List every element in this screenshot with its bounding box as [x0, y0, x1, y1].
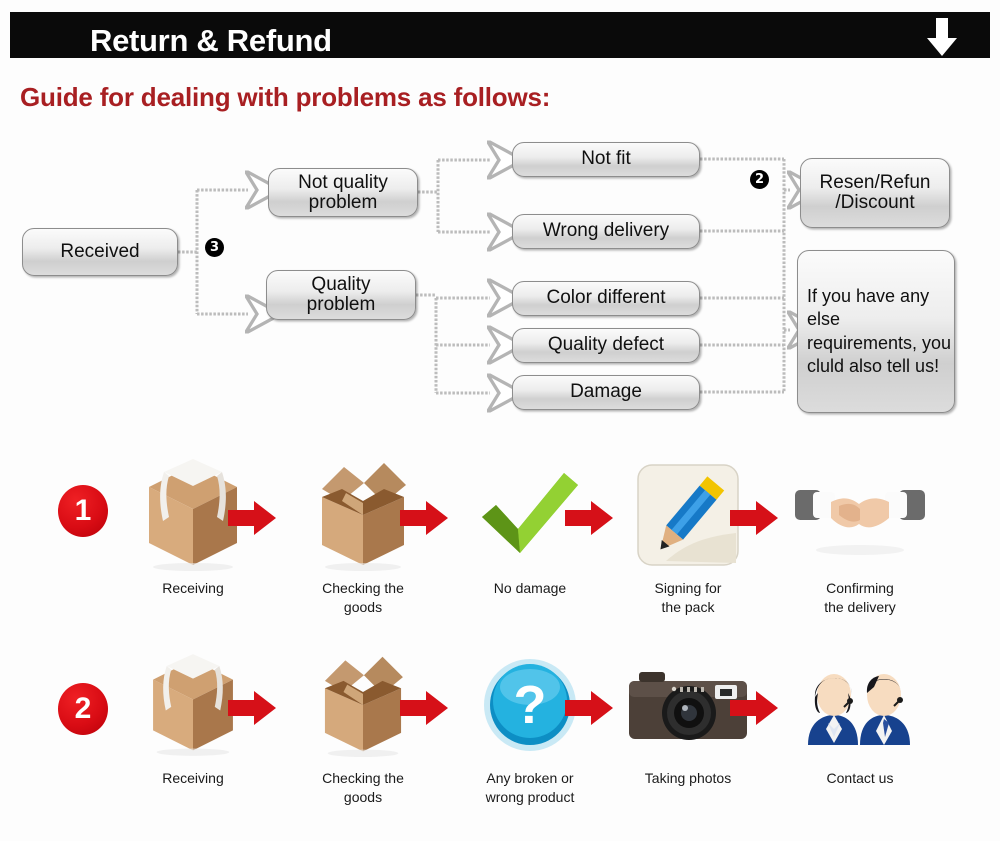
process-row-normal-delivery: 1 Receiving Checking the goods No damage…: [0, 455, 1000, 645]
flow-node-not-quality-problem[interactable]: Not quality problem: [268, 168, 418, 217]
flow-node-resend-label: Resen/Refun /Discount: [819, 172, 931, 213]
step-item-checking-goods[interactable]: Checking the goods: [288, 645, 438, 835]
process-row-problem-delivery: 2 Receiving Checking the goods ? Any bro…: [0, 645, 1000, 835]
step-item-receiving[interactable]: Receiving: [118, 645, 268, 835]
step-item-label: Checking the goods: [322, 770, 404, 805]
svg-text:?: ?: [514, 675, 547, 735]
red-arrow-icon: [228, 501, 276, 535]
flow-node-not-fit[interactable]: Not fit: [512, 142, 700, 177]
step-item-taking-photos[interactable]: Taking photos: [613, 645, 763, 835]
step-item-label: No damage: [493, 580, 567, 596]
flow-node-received[interactable]: Received: [22, 228, 178, 276]
flow-node-wrong-delivery[interactable]: Wrong delivery: [512, 214, 700, 249]
flow-step-marker-3: 3: [205, 238, 224, 257]
step-item-no-damage[interactable]: No damage: [455, 455, 605, 645]
support-agents-icon: [785, 645, 935, 765]
red-arrow-icon: [730, 691, 778, 725]
handshake-icon: [785, 455, 935, 575]
step-item-any-broken-or-wrong[interactable]: ? Any broken or wrong product: [455, 645, 605, 835]
step-row-badge-1: 1: [58, 485, 108, 537]
step-item-label: Any broken or wrong product: [485, 770, 575, 805]
step-item-contact-us[interactable]: Contact us: [785, 645, 935, 835]
step-item-label: Contact us: [826, 770, 894, 786]
red-arrow-icon: [400, 691, 448, 725]
red-arrow-icon: [565, 691, 613, 725]
step-item-label: Receiving: [162, 770, 224, 786]
flow-node-not-quality-problem-label: Not quality problem: [298, 171, 388, 213]
red-arrow-icon: [730, 501, 778, 535]
step-item-label: Receiving: [162, 580, 224, 596]
step-item-signing-for-pack[interactable]: Signing for the pack: [613, 455, 763, 645]
flow-node-color-different[interactable]: Color different: [512, 281, 700, 316]
red-arrow-icon: [228, 691, 276, 725]
step-item-receiving[interactable]: Receiving: [118, 455, 268, 645]
red-arrow-icon: [565, 501, 613, 535]
problem-flowchart: Received Not quality problem Quality pro…: [0, 0, 1000, 430]
flow-node-damage[interactable]: Damage: [512, 375, 700, 410]
step-item-confirming-delivery[interactable]: Confirming the delivery: [785, 455, 935, 645]
red-arrow-icon: [400, 501, 448, 535]
step-item-label: Checking the goods: [322, 580, 404, 615]
flow-node-quality-defect[interactable]: Quality defect: [512, 328, 700, 363]
flow-node-other-requirements[interactable]: If you have any else requirements, you c…: [797, 250, 955, 413]
step-row-badge-2: 2: [58, 683, 108, 735]
flow-node-quality-problem[interactable]: Quality problem: [266, 270, 416, 320]
flow-step-marker-2: 2: [750, 170, 769, 189]
flow-node-resend-refund-discount[interactable]: Resen/Refun /Discount: [800, 158, 950, 228]
step-item-checking-goods[interactable]: Checking the goods: [288, 455, 438, 645]
flow-node-quality-problem-label: Quality problem: [306, 274, 376, 315]
step-item-label: Confirming the delivery: [824, 580, 896, 615]
step-item-label: Signing for the pack: [654, 580, 722, 615]
step-item-label: Taking photos: [644, 770, 732, 786]
